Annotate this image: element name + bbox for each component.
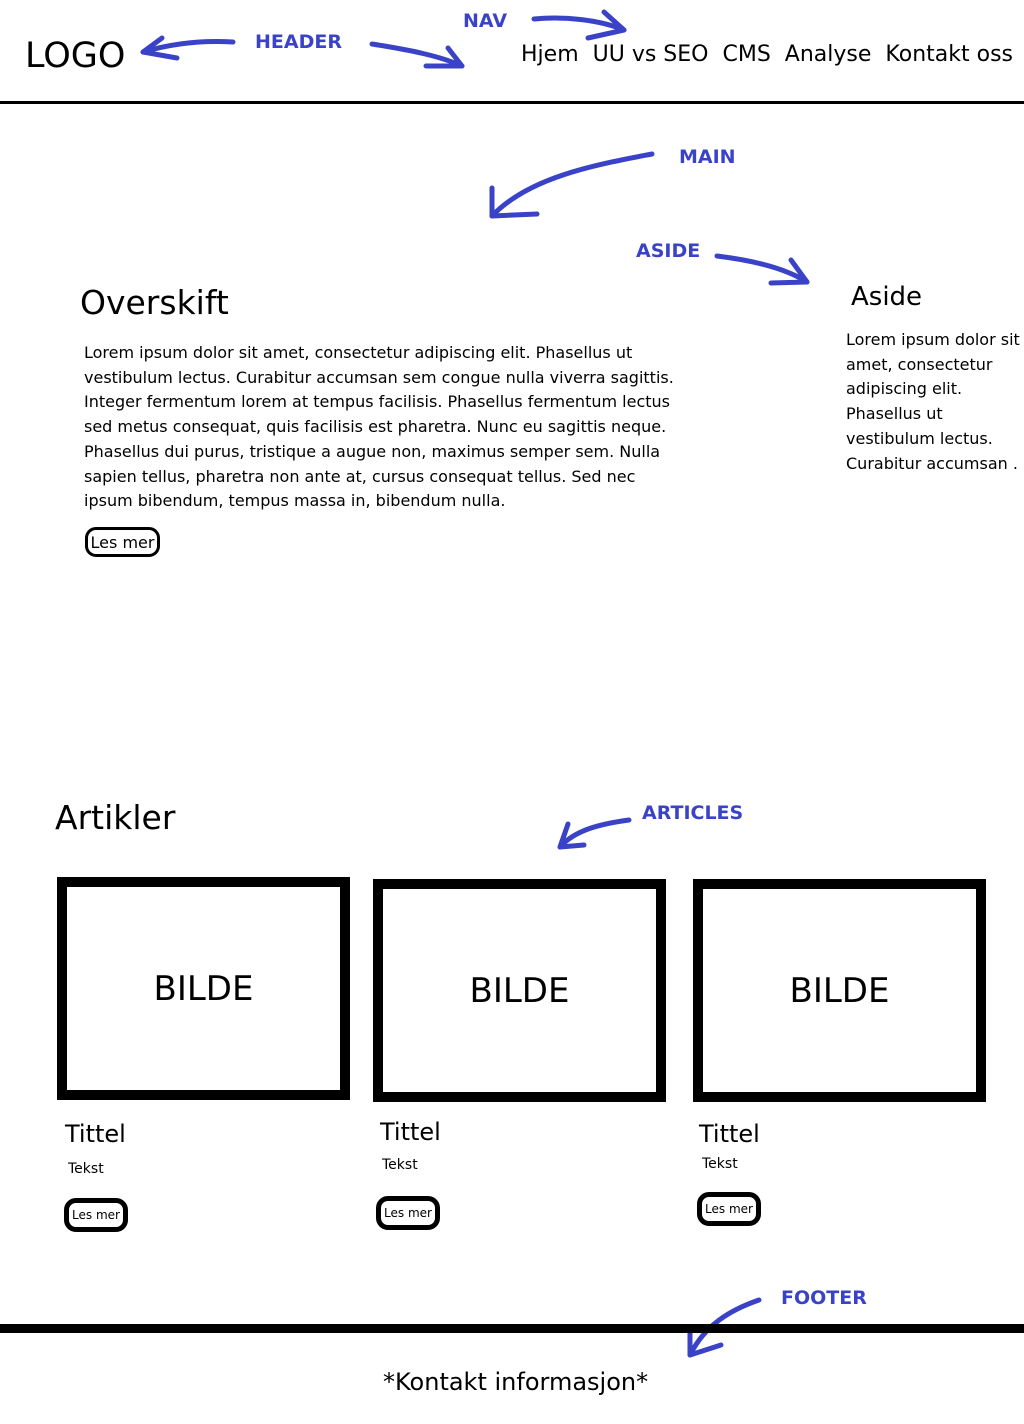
annotation-arrows <box>140 9 810 1358</box>
main-read-more-button[interactable]: Les mer <box>85 527 160 557</box>
article-image-placeholder: BILDE <box>373 879 666 1102</box>
footer-divider <box>0 1324 1024 1333</box>
article-title: Tittel <box>65 1120 126 1148</box>
nav-link-kontakt-oss[interactable]: Kontakt oss <box>878 40 1013 70</box>
nav-link-cms[interactable]: CMS <box>715 40 777 70</box>
article-text: Tekst <box>68 1161 104 1177</box>
articles-heading: Artikler <box>55 798 176 837</box>
nav-link-analyse[interactable]: Analyse <box>778 40 879 70</box>
article-title: Tittel <box>380 1118 441 1146</box>
article-image-placeholder: BILDE <box>693 879 986 1102</box>
article-read-more-button[interactable]: Les mer <box>64 1198 128 1232</box>
article-image-label: BILDE <box>469 970 570 1011</box>
annotation-main-label: MAIN <box>679 146 736 168</box>
article-read-more-button[interactable]: Les mer <box>376 1196 440 1230</box>
arrow-nav <box>531 9 627 41</box>
arrow-header <box>140 35 236 61</box>
annotation-articles-label: ARTICLES <box>642 802 744 824</box>
arrow-header-to-nav <box>369 41 465 69</box>
header-divider <box>0 101 1024 104</box>
aside-heading: Aside <box>851 282 923 312</box>
main-nav: Hjem UU vs SEO CMS Analyse Kontakt oss <box>521 40 1013 70</box>
article-image-label: BILDE <box>789 970 890 1011</box>
article-text: Tekst <box>382 1157 418 1173</box>
article-image-placeholder: BILDE <box>57 877 350 1100</box>
article-text: Tekst <box>702 1156 738 1172</box>
annotation-header-label: HEADER <box>255 31 342 53</box>
annotation-aside-label: ASIDE <box>636 240 701 262</box>
article-title: Tittel <box>699 1120 760 1148</box>
annotation-footer-label: FOOTER <box>781 1287 867 1309</box>
main-body-text: Lorem ipsum dolor sit amet, consectetur … <box>84 343 674 511</box>
article-image-label: BILDE <box>153 968 254 1009</box>
arrow-articles <box>557 817 632 850</box>
arrow-main <box>489 151 655 219</box>
aside-body-text: Lorem ipsum dolor sit amet, consectetur … <box>846 330 1020 473</box>
nav-link-hjem[interactable]: Hjem <box>521 40 586 70</box>
logo: LOGO <box>25 36 126 76</box>
footer-contact-info: *Kontakt informasjon* <box>383 1368 649 1396</box>
nav-link-uu-vs-seo[interactable]: UU vs SEO <box>586 40 716 70</box>
arrow-aside <box>714 253 810 286</box>
annotation-nav-label: NAV <box>463 10 508 32</box>
article-read-more-button[interactable]: Les mer <box>697 1192 761 1226</box>
main-heading: Overskift <box>80 283 229 322</box>
